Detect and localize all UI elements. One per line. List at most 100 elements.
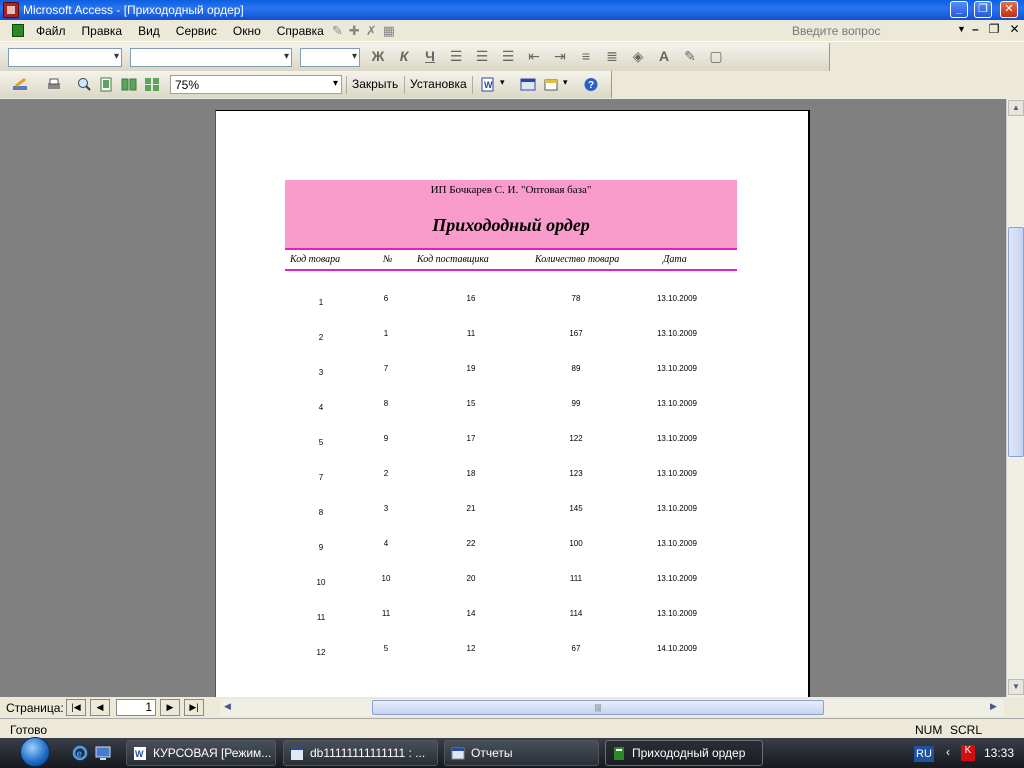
table-cell: 89 — [571, 364, 581, 373]
new-object-dropdown-icon[interactable]: ▾ — [563, 77, 568, 88]
font-size-combo[interactable] — [300, 48, 360, 67]
format-buttons: Ж К Ч ☰ ☰ ☰ ⇤ ⇥ ≡ ≣ ◈ A ✎ ▢ — [370, 48, 724, 65]
col-supplier-code: Код поставщика — [417, 254, 489, 265]
properties-icon[interactable]: ▦ — [383, 23, 395, 39]
align-left-icon[interactable]: ☰ — [448, 48, 464, 65]
internet-explorer-icon[interactable]: e — [72, 745, 88, 761]
print-icon[interactable] — [46, 77, 62, 92]
table-cell: 1 — [318, 298, 324, 307]
task-word-document[interactable]: W КУРСОВАЯ [Режим... — [126, 740, 276, 766]
report-title: Прихододный ордер — [432, 215, 590, 235]
menu-edit[interactable]: Правка — [82, 24, 123, 38]
doc-restore-icon[interactable]: ❐ — [989, 22, 1000, 36]
scroll-left-icon[interactable]: ◀ — [224, 701, 231, 712]
table-cell: 4 — [318, 403, 324, 412]
database-icon — [291, 747, 303, 760]
minimize-button[interactable]: _ — [950, 1, 968, 18]
menu-help[interactable]: Справка — [277, 24, 324, 38]
one-page-icon[interactable] — [98, 77, 114, 92]
table-cell: 13.10.2009 — [656, 574, 698, 583]
page-setup-button[interactable]: Установка — [410, 77, 467, 91]
zoom-icon[interactable] — [76, 77, 92, 92]
table-cell: 9 — [383, 434, 389, 443]
horizontal-scroll-thumb[interactable]: ||| — [372, 700, 824, 715]
document-window-controls: – ❐ ✕ — [972, 22, 1020, 36]
vertical-scrollbar[interactable]: ▲ ▼ — [1006, 99, 1024, 697]
tray-expand-icon[interactable]: ‹ — [946, 745, 950, 759]
object-combo[interactable] — [8, 48, 122, 67]
start-button[interactable] — [18, 737, 58, 768]
design-view-icon[interactable] — [12, 77, 28, 92]
vertical-scroll-thumb[interactable] — [1008, 227, 1024, 457]
close-button[interactable]: ✕ — [1000, 1, 1018, 18]
language-indicator[interactable]: RU — [914, 746, 934, 762]
first-page-button[interactable]: |◀ — [66, 699, 86, 716]
menu-view[interactable]: Вид — [138, 24, 160, 38]
font-color-icon[interactable]: A — [656, 48, 672, 65]
antivirus-icon[interactable]: K — [961, 745, 975, 761]
table-cell: 123 — [569, 469, 583, 478]
task-receipt-order[interactable]: Прихододный ордер — [605, 740, 763, 766]
insert-icon[interactable]: ✚ — [349, 23, 360, 39]
multiple-pages-icon[interactable] — [144, 77, 160, 92]
pencil-icon[interactable]: ✎ — [332, 23, 343, 39]
database-window-icon[interactable] — [520, 77, 536, 92]
clock[interactable]: 13:33 — [984, 746, 1014, 760]
font-combo[interactable] — [130, 48, 292, 67]
delete-icon[interactable]: ✗ — [366, 23, 377, 39]
line-color-icon[interactable]: ✎ — [682, 48, 698, 65]
last-page-button[interactable]: ▶| — [184, 699, 204, 716]
zoom-combo[interactable]: 75% — [170, 75, 342, 94]
scroll-down-icon[interactable]: ▼ — [1008, 679, 1024, 695]
menu-file[interactable]: Файл — [36, 24, 66, 38]
horizontal-scrollbar[interactable]: ◀ ||| ▶ — [220, 699, 1004, 716]
table-cell: 21 — [466, 504, 476, 513]
show-desktop-icon[interactable] — [95, 745, 111, 761]
scroll-right-icon[interactable]: ▶ — [990, 701, 997, 712]
window-icon — [451, 747, 465, 760]
table-cell: 13.10.2009 — [656, 294, 698, 303]
border-icon[interactable]: ▢ — [708, 48, 724, 65]
table-cell: 14 — [466, 609, 476, 618]
doc-close-icon[interactable]: ✕ — [1009, 22, 1019, 36]
italic-icon[interactable]: К — [396, 48, 412, 65]
question-input[interactable]: Введите вопрос — [792, 24, 881, 38]
bullet-list-icon[interactable]: ≣ — [604, 48, 620, 65]
toolbar-separator — [472, 76, 473, 94]
help-icon[interactable]: ? — [583, 77, 599, 92]
scroll-up-icon[interactable]: ▲ — [1008, 100, 1024, 116]
page-number-input[interactable]: 1 — [116, 699, 156, 716]
two-pages-icon[interactable] — [121, 77, 137, 92]
office-links-dropdown-icon[interactable]: ▾ — [500, 77, 505, 88]
align-right-icon[interactable]: ☰ — [500, 48, 516, 65]
underline-icon[interactable]: Ч — [422, 48, 438, 65]
task-database[interactable]: db11111111111111 : ... — [283, 740, 438, 766]
table-cell: 19 — [466, 364, 476, 373]
close-preview-button[interactable]: Закрыть — [352, 77, 398, 91]
preview-area[interactable]: ИП Бочкарев С. И. "Оптовая база" Приходо… — [0, 99, 1006, 697]
prev-page-button[interactable]: ◀ — [90, 699, 110, 716]
access-app-icon[interactable] — [3, 2, 19, 18]
new-object-icon[interactable] — [543, 77, 559, 92]
system-tray: RU ‹ K 13:33 — [906, 738, 1024, 768]
numbered-list-icon[interactable]: ≡ — [578, 48, 594, 65]
report-header: ИП Бочкарев С. И. "Оптовая база" Приходо… — [285, 180, 737, 248]
doc-minimize-icon[interactable]: – — [972, 22, 979, 36]
menu-tools[interactable]: Сервис — [176, 24, 217, 38]
align-center-icon[interactable]: ☰ — [474, 48, 490, 65]
report-doc-icon[interactable] — [12, 24, 24, 37]
svg-text:W: W — [135, 749, 144, 759]
indent-decrease-icon[interactable]: ⇤ — [526, 48, 542, 65]
fill-color-icon[interactable]: ◈ — [630, 48, 646, 65]
menu-window[interactable]: Окно — [233, 24, 261, 38]
office-links-icon[interactable]: W — [480, 77, 496, 92]
chevron-down-icon[interactable]: ▼ — [957, 24, 966, 34]
task-reports[interactable]: Отчеты — [444, 740, 599, 766]
maximize-button[interactable]: ❐ — [974, 1, 992, 18]
report-page: ИП Бочкарев С. И. "Оптовая база" Приходо… — [215, 110, 810, 697]
indent-increase-icon[interactable]: ⇥ — [552, 48, 568, 65]
title-bar: Microsoft Access - [Прихододный ордер] _… — [0, 0, 1024, 20]
next-page-button[interactable]: ▶ — [160, 699, 180, 716]
table-cell: 7 — [383, 364, 389, 373]
bold-icon[interactable]: Ж — [370, 48, 386, 65]
